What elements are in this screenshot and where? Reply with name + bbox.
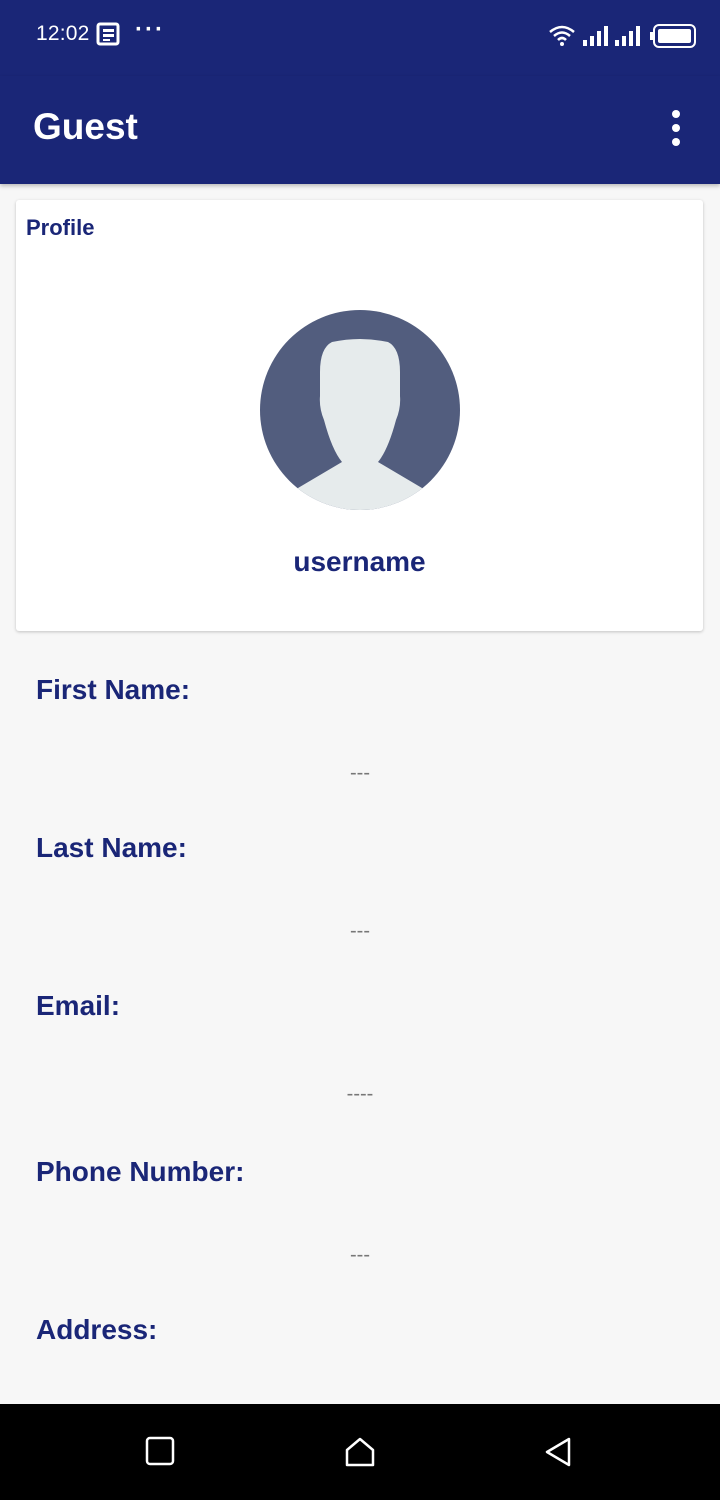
profile-card-title: Profile [26,215,95,240]
last-name-label: Last Name: [36,832,187,863]
more-notifications-icon: ··· [135,16,165,43]
more-vert-icon[interactable] [656,104,696,152]
first-name-label: First Name: [36,674,191,705]
signal-icon [614,26,640,51]
first-name-value: --- [350,762,370,784]
status-bar: 12:02 ··· [0,0,720,76]
email-value: ---- [346,1083,374,1105]
profile-card: Profile username [16,200,703,631]
wifi-icon [548,24,576,51]
person-avatar-icon [260,310,460,510]
back-triangle-icon[interactable] [543,1436,573,1473]
status-time: 12:02 [36,22,90,45]
app-title: Guest [33,106,138,147]
email-label: Email: [36,990,121,1021]
phone-number-label: Phone Number: [36,1156,245,1187]
news-icon [96,22,122,51]
address-label: Address: [36,1314,158,1345]
username: username [293,546,426,577]
battery-icon [650,24,696,53]
phone-number-value: --- [350,1244,370,1266]
home-icon[interactable] [344,1436,376,1473]
app-bar: Guest [0,76,720,184]
last-name-value: --- [350,920,370,942]
system-nav-bar [0,1404,720,1500]
signal-icon [582,26,608,51]
recents-square-icon[interactable] [145,1436,175,1471]
